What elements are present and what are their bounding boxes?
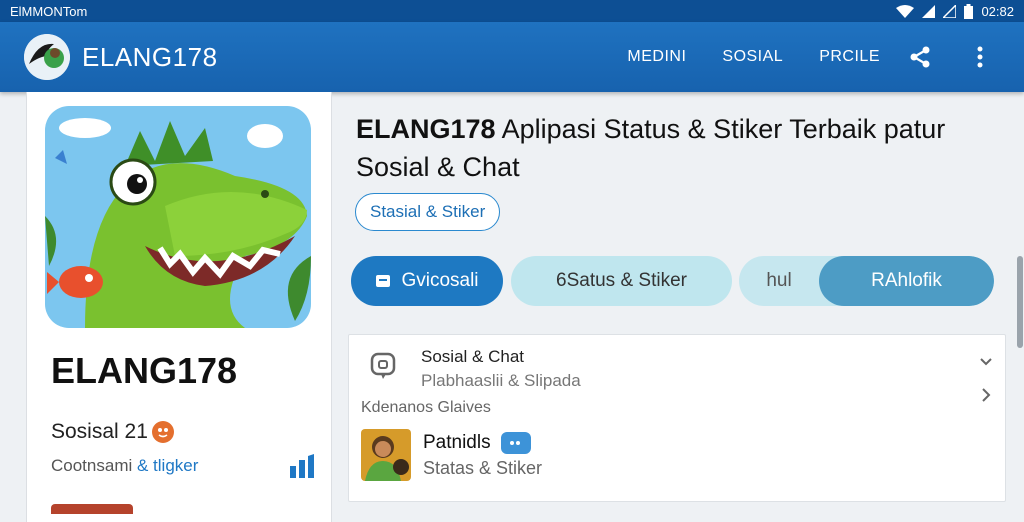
avatar (361, 429, 411, 481)
app-meta: Cootnsami & tligker (51, 456, 198, 476)
crocodile-mascot-icon (45, 106, 311, 328)
list-item-sosial-chat[interactable]: Sosial & Chat Plabhaaslii & Slipada (369, 347, 581, 391)
signal-icon-2 (943, 4, 957, 18)
clock: 02:82 (981, 3, 1014, 19)
app-meta-accent[interactable]: & tligker (137, 456, 198, 475)
nav-profile[interactable]: PRCILE (819, 48, 880, 66)
segment-right[interactable]: RAhlofik (819, 256, 994, 306)
brand-logo[interactable] (24, 34, 70, 80)
list-item-subtitle: Plabhaaslii & Slipada (421, 371, 581, 390)
more-vert-icon (977, 46, 983, 68)
chat-icon (370, 352, 396, 379)
brand-title: ELANG178 (82, 41, 218, 72)
status-bar: ElMMONTom 02:82 (0, 0, 1024, 22)
list-item-patnidls[interactable]: Patnidls Statas & Stiker (361, 429, 995, 481)
card-icon (376, 275, 391, 287)
app-bar: ELANG178 MEDINI SOSIAL PRCILE (0, 22, 1024, 92)
category-chip[interactable]: Stasial & Stiker (355, 193, 501, 231)
page-title-bold: ELANG178 (356, 114, 496, 144)
app-subtitle: Sosisal 21 (51, 420, 148, 443)
app-subtitle-row: Sosisal 21 (51, 420, 174, 444)
category-list-card: Sosial & Chat Plabhaaslii & Slipada Kden… (348, 334, 1006, 502)
chevron-right-icon[interactable] (981, 387, 991, 403)
app-name: ELANG178 (51, 350, 238, 391)
status-sticker-button[interactable]: 6Satus & Stiker (511, 256, 732, 306)
app-meta-prefix: Cootnsami (51, 456, 137, 475)
list-item-title: Sosial & Chat (421, 347, 524, 366)
primary-action-label: Gvicosali (401, 270, 479, 291)
scrollbar[interactable] (1017, 256, 1023, 348)
list-item-title-2: Patnidls (423, 431, 491, 453)
nav-sosial[interactable]: SOSIAL (722, 48, 783, 66)
segmented-toggle[interactable]: hul RAhlofik (739, 256, 994, 306)
section-label: Kdenanos Glaives (361, 399, 491, 416)
share-icon (910, 46, 930, 68)
stats-bars-icon[interactable] (289, 454, 315, 478)
chevron-down-icon[interactable] (979, 357, 993, 367)
page-title: ELANG178 Aplipasi Status & Stiker Terbai… (356, 110, 996, 186)
app-info-card: ELANG178 Sosisal 21 Cootnsami & tligker (26, 92, 332, 522)
nav-medini[interactable]: MEDINI (627, 48, 686, 66)
chat-bubble-icon (500, 431, 531, 454)
battery-icon (964, 3, 974, 19)
eagle-logo-icon (24, 34, 70, 80)
list-item-title-row: Patnidls (423, 431, 542, 454)
system-icons: 02:82 (896, 3, 1014, 19)
person-thumbnail-icon (361, 429, 411, 481)
mascot-badge-icon (151, 421, 174, 443)
app-icon-image (45, 106, 311, 328)
wifi-icon (896, 4, 915, 18)
segment-left[interactable]: hul (739, 270, 819, 292)
signal-icon (922, 4, 936, 18)
carrier-label: ElMMONTom (10, 3, 88, 19)
next-thumbnail[interactable] (51, 504, 133, 514)
list-item-subtitle-2: Statas & Stiker (423, 457, 543, 478)
overflow-menu-button[interactable] (960, 37, 1000, 77)
primary-action-button[interactable]: Gvicosali (351, 256, 503, 306)
share-button[interactable] (900, 37, 940, 77)
